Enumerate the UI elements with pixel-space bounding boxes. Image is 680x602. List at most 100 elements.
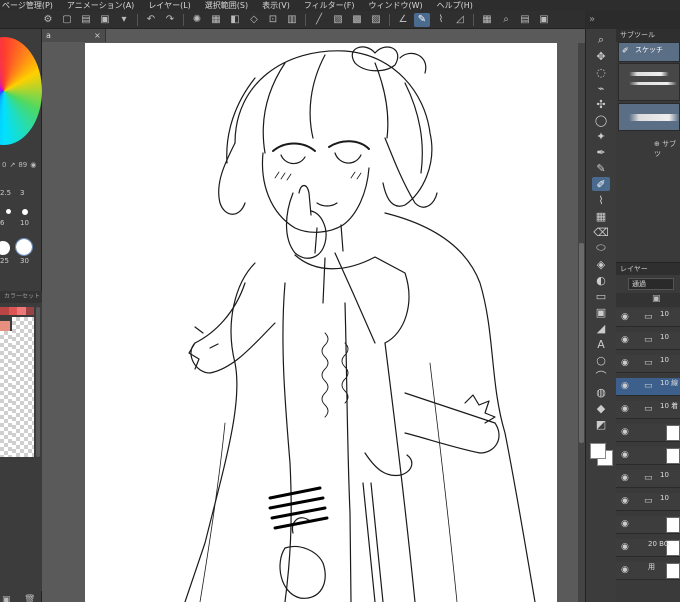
grid-icon[interactable]: ▥ [284, 13, 300, 27]
clear-icon[interactable]: ▦ [208, 13, 224, 27]
loading-icon[interactable]: ✺ [189, 13, 205, 27]
hue-ring[interactable] [0, 37, 42, 145]
layer-row[interactable]: ◉ 20 BG [616, 539, 680, 557]
menu-selection[interactable]: 選択範囲(S) [205, 0, 248, 11]
layer-row[interactable]: ◉ [616, 424, 680, 442]
menu-help[interactable]: ヘルプ(H) [437, 0, 473, 11]
eye-icon[interactable]: ◉ [621, 519, 629, 529]
eye-icon[interactable]: ◉ [621, 542, 629, 552]
reset-icon[interactable]: ◉ [30, 161, 36, 169]
brush-icon[interactable]: ✐ [592, 177, 610, 191]
vector-icon[interactable]: ⌇ [433, 13, 449, 27]
subtool-item-sketch[interactable]: ✐ スケッチ [618, 42, 680, 62]
swatch[interactable] [25, 307, 34, 315]
eye-icon[interactable]: ◉ [621, 312, 629, 322]
swatch[interactable] [0, 321, 10, 331]
decoration-icon[interactable]: ▦ [592, 209, 610, 223]
redo-icon[interactable]: ↷ [162, 13, 178, 27]
empty-swatch-grid[interactable] [12, 317, 34, 457]
display-icon[interactable]: ▤ [517, 13, 533, 27]
frame-icon[interactable]: ▣ [592, 305, 610, 319]
transform-icon[interactable]: ◇ [246, 13, 262, 27]
eye-icon[interactable]: ◉ [621, 427, 629, 437]
delete-icon[interactable]: 🗑 [24, 595, 35, 602]
pencil-icon[interactable]: ✎ [592, 161, 610, 175]
eye-icon[interactable]: ◉ [621, 358, 629, 368]
swatch[interactable] [0, 307, 9, 315]
shape-icon[interactable]: ▭ [592, 289, 610, 303]
brush-dot[interactable] [22, 209, 28, 215]
fill-icon[interactable]: ◧ [227, 13, 243, 27]
brush-size-label[interactable]: 3 [20, 189, 24, 197]
eye-icon[interactable]: ◉ [621, 404, 629, 414]
brush-size-label[interactable]: 10 [20, 219, 29, 227]
window-icon[interactable]: ▣ [536, 13, 552, 27]
dropdown-chevron-icon[interactable]: ▾ [116, 13, 132, 27]
menu-layer[interactable]: レイヤー(L) [148, 0, 190, 11]
swatch-scrollbar[interactable] [36, 307, 40, 457]
undo-icon[interactable]: ↶ [143, 13, 159, 27]
close-tab-icon[interactable]: × [94, 29, 101, 42]
add-subtool-button[interactable]: ⊕ サブツ [654, 139, 680, 159]
menu-window[interactable]: ウィンドウ(W) [369, 0, 423, 11]
subtool-panel-header[interactable]: サブツール [616, 29, 680, 42]
ruler-icon[interactable]: ╱ [311, 13, 327, 27]
brush-dot[interactable] [6, 209, 11, 214]
perspective-icon[interactable]: ▨ [368, 13, 384, 27]
vector-tool-icon[interactable]: ◆ [592, 401, 610, 415]
snap-icon[interactable]: ▧ [330, 13, 346, 27]
menu-filter[interactable]: フィルター(F) [304, 0, 355, 11]
move-icon[interactable]: ✥ [592, 49, 610, 63]
layer-row[interactable]: ◉ ▭ 10 [616, 309, 680, 327]
lock-icon[interactable]: ▣ [652, 294, 661, 304]
balloon-icon[interactable]: ○ [592, 353, 610, 367]
brush-dot[interactable] [0, 241, 10, 255]
text-icon[interactable]: A [592, 337, 610, 351]
gradient-icon[interactable]: ◐ [592, 273, 610, 287]
color-wheel[interactable] [0, 37, 42, 147]
brush-size-label[interactable]: 6 [0, 219, 4, 227]
canvas-scrollbar-thumb[interactable] [579, 243, 584, 443]
panel-collapse[interactable]: » [585, 11, 680, 29]
open-file-icon[interactable]: ▤ [78, 13, 94, 27]
layer-row[interactable]: ◉ ▭ 10 線 [616, 378, 680, 396]
brush-size-label[interactable]: 25 [0, 257, 9, 265]
settings-icon[interactable]: ⚙ [40, 13, 56, 27]
correct-line-icon[interactable]: ⌒ [592, 369, 610, 383]
empty-swatch-grid[interactable] [0, 331, 12, 457]
pen-icon[interactable]: ✒ [592, 145, 610, 159]
menu-page[interactable]: ページ管理(P) [2, 0, 53, 11]
dropper-icon[interactable]: ↗ [9, 161, 15, 169]
save-icon[interactable]: ▣ [97, 13, 113, 27]
blend-icon[interactable]: ⬭ [592, 241, 610, 255]
color-fill-icon[interactable]: ◍ [592, 385, 610, 399]
drawing-canvas[interactable] [85, 43, 557, 602]
brush-size-label[interactable]: 2.5 [0, 189, 11, 197]
brush-size-label[interactable]: 30 [20, 257, 29, 265]
eye-icon[interactable]: ◉ [621, 565, 629, 575]
reference-icon[interactable]: ⌕ [498, 13, 514, 27]
ruler-grid-icon[interactable]: ▩ [349, 13, 365, 27]
fill-bucket-icon[interactable]: ◈ [592, 257, 610, 271]
main-color-swatch[interactable] [590, 443, 606, 459]
lasso-icon[interactable]: ◌ [592, 65, 610, 79]
eraser-icon[interactable]: ⌫ [592, 225, 610, 239]
swatch[interactable] [8, 307, 17, 315]
opacity-icon[interactable]: ◩ [592, 417, 610, 431]
new-file-icon[interactable]: ▢ [59, 13, 75, 27]
pen-pressure-icon[interactable]: ◿ [452, 13, 468, 27]
layer-row[interactable]: ◉ ▭ 10 [616, 355, 680, 373]
eye-icon[interactable]: ◉ [621, 496, 629, 506]
layer-row[interactable]: ◉ ▭ 10 [616, 470, 680, 488]
stabilize-icon[interactable]: ∠ [395, 13, 411, 27]
layer-row[interactable]: ◉ ▭ 10 着 [616, 401, 680, 419]
object-icon[interactable]: ✣ [592, 97, 610, 111]
eye-icon[interactable]: ◉ [621, 473, 629, 483]
add-swatch-icon[interactable]: ▣ [2, 595, 11, 602]
brush-dot-selected[interactable] [15, 238, 33, 256]
layer-row[interactable]: ◉ [616, 447, 680, 465]
eyedropper-icon[interactable]: ⌁ [592, 81, 610, 95]
auto-select-icon[interactable]: ✦ [592, 129, 610, 143]
selection-icon[interactable]: ⊡ [265, 13, 281, 27]
menu-view[interactable]: 表示(V) [262, 0, 290, 11]
